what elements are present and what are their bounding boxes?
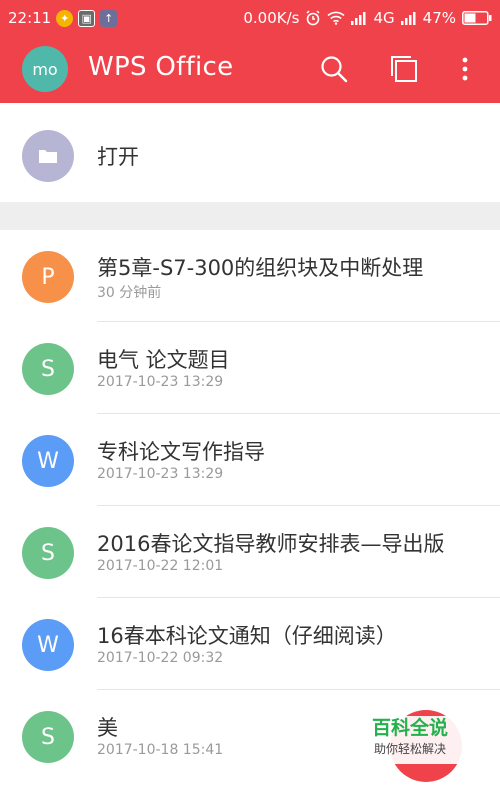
app-bar: mo WPS Office bbox=[0, 36, 500, 103]
status-bar: 22:11 ✦ ▣ ↑ 0.00K/s 4G 47% bbox=[0, 0, 500, 36]
file-time: 2017-10-18 15:41 bbox=[97, 742, 224, 758]
presentation-file-icon: P bbox=[22, 251, 74, 303]
multi-window-icon bbox=[391, 56, 417, 82]
battery-percent: 47% bbox=[422, 9, 456, 27]
open-row[interactable]: 打开 bbox=[0, 103, 500, 202]
word-file-icon: W bbox=[22, 435, 74, 487]
top-bar: 22:11 ✦ ▣ ↑ 0.00K/s 4G 47% mo WPS Office bbox=[0, 0, 500, 103]
file-name: 16春本科论文通知（仔细阅读） bbox=[97, 624, 397, 648]
notification-scan-icon: ▣ bbox=[78, 9, 96, 27]
spreadsheet-file-icon: S bbox=[22, 711, 74, 763]
search-icon bbox=[321, 56, 348, 83]
spreadsheet-file-icon: S bbox=[22, 527, 74, 579]
alarm-icon bbox=[306, 10, 321, 26]
open-folder-badge bbox=[22, 130, 74, 182]
signal-icon bbox=[351, 12, 366, 25]
list-item[interactable]: W 16春本科论文通知（仔细阅读） 2017-10-22 09:32 bbox=[0, 598, 500, 690]
list-item[interactable]: S 2016春论文指导教师安排表—导出版 2017-10-22 12:01 bbox=[0, 506, 500, 598]
file-time: 2017-10-23 13:29 bbox=[97, 466, 224, 482]
file-time: 2017-10-22 09:32 bbox=[97, 650, 224, 666]
status-time: 22:11 bbox=[8, 9, 52, 27]
recent-files-list: P 第5章-S7-300的组织块及中断处理 30 分钟前 S 电气 论文题目 2… bbox=[0, 230, 500, 782]
file-time: 30 分钟前 bbox=[97, 285, 162, 301]
status-speed: 0.00K/s bbox=[243, 9, 300, 27]
wifi-icon bbox=[327, 11, 346, 25]
battery-icon bbox=[462, 11, 492, 25]
more-options-button[interactable] bbox=[449, 53, 481, 85]
watermark-logo: 百科全说 助你轻松解决 bbox=[352, 716, 468, 764]
file-name: 第5章-S7-300的组织块及中断处理 bbox=[97, 256, 424, 280]
spreadsheet-file-icon: S bbox=[22, 343, 74, 395]
open-label: 打开 bbox=[97, 145, 139, 169]
search-button[interactable] bbox=[318, 53, 350, 85]
folder-icon bbox=[39, 150, 57, 163]
multi-window-button[interactable] bbox=[388, 53, 420, 85]
file-name: 电气 论文题目 bbox=[97, 348, 230, 372]
file-name: 专科论文写作指导 bbox=[97, 440, 265, 464]
list-item[interactable]: W 专科论文写作指导 2017-10-23 13:29 bbox=[0, 414, 500, 506]
list-item[interactable]: S 电气 论文题目 2017-10-23 13:29 bbox=[0, 322, 500, 414]
network-type: 4G bbox=[373, 9, 395, 27]
watermark-title: 百科全说 bbox=[371, 717, 448, 739]
file-name: 美 bbox=[97, 716, 118, 740]
more-vert-icon bbox=[462, 57, 468, 81]
section-divider bbox=[0, 202, 500, 230]
avatar[interactable]: mo bbox=[22, 46, 68, 92]
word-file-icon: W bbox=[22, 619, 74, 671]
avatar-text: mo bbox=[32, 59, 58, 79]
file-name: 2016春论文指导教师安排表—导出版 bbox=[97, 532, 445, 556]
list-item[interactable]: P 第5章-S7-300的组织块及中断处理 30 分钟前 bbox=[0, 230, 500, 322]
app-title: WPS Office bbox=[88, 52, 234, 82]
notification-coin-icon: ✦ bbox=[56, 9, 74, 27]
file-time: 2017-10-22 12:01 bbox=[97, 558, 224, 574]
signal-icon-2 bbox=[400, 12, 416, 25]
file-time: 2017-10-23 13:29 bbox=[97, 374, 224, 390]
watermark-subtitle: 助你轻松解决 bbox=[373, 742, 446, 756]
notification-upload-icon: ↑ bbox=[100, 9, 118, 27]
